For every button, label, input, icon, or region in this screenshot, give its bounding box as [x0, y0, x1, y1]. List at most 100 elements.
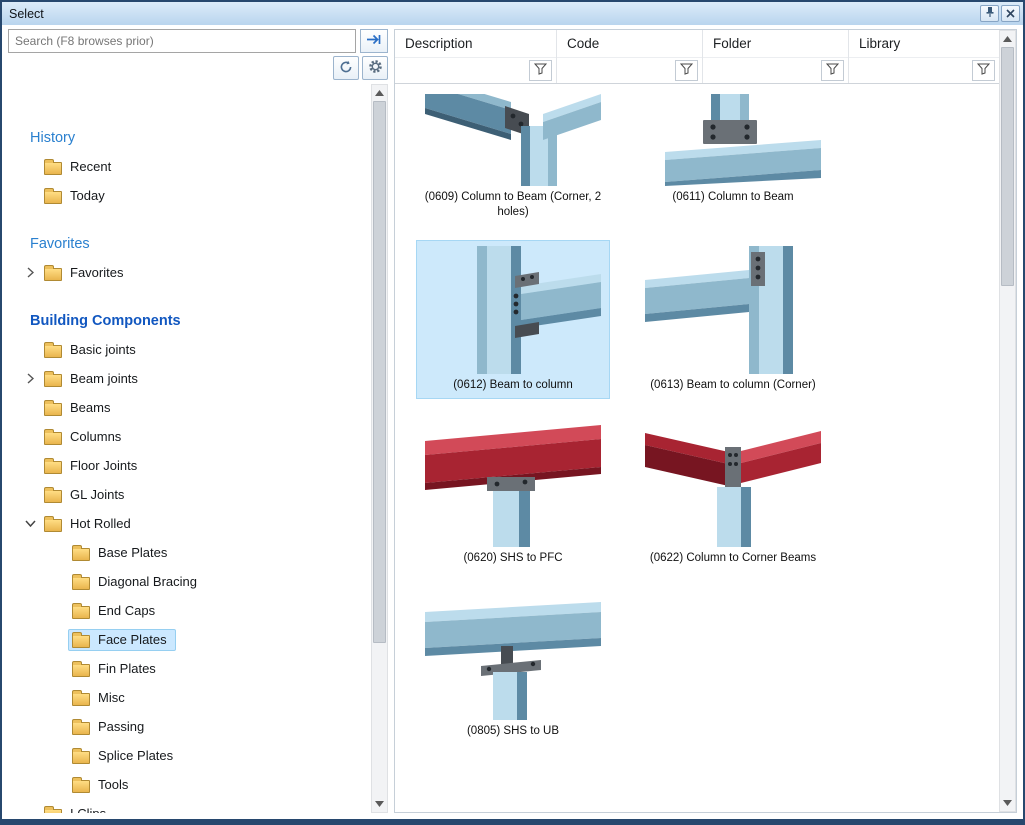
column-header-code: Code	[557, 30, 703, 83]
tree-item-tools[interactable]: Tools	[8, 770, 371, 799]
component-item-0612[interactable]: (0612) Beam to column	[405, 240, 621, 399]
column-label[interactable]: Code	[557, 30, 702, 57]
chevron-right-icon[interactable]	[20, 267, 40, 278]
tree-item-misc[interactable]: Misc	[8, 683, 371, 712]
tree-item-base-plates[interactable]: Base Plates	[8, 538, 371, 567]
component-item-0805[interactable]: (0805) SHS to UB	[405, 586, 621, 745]
tree-item-columns[interactable]: Columns	[8, 422, 371, 451]
search-row	[8, 29, 388, 53]
tree-item-i-clips[interactable]: I Clips	[8, 799, 371, 813]
tree-item-floor-joints[interactable]: Floor Joints	[8, 451, 371, 480]
tree-item-splice-plates[interactable]: Splice Plates	[8, 741, 371, 770]
column-label[interactable]: Description	[395, 30, 556, 57]
scroll-up-icon[interactable]	[1000, 31, 1015, 47]
folder-icon	[44, 374, 62, 387]
main-area: History Recent Today Favorites Favorites	[2, 25, 1023, 819]
tree-item-diagonal-bracing[interactable]: Diagonal Bracing	[8, 567, 371, 596]
tree-section-history[interactable]: History	[8, 124, 371, 152]
chevron-right-icon[interactable]	[20, 373, 40, 384]
filter-cell	[849, 57, 999, 83]
folder-icon	[72, 751, 90, 764]
tree-section-building-components[interactable]: Building Components	[8, 307, 371, 335]
tree-item-basic-joints[interactable]: Basic joints	[8, 335, 371, 364]
tree-item-hot-rolled[interactable]: Hot Rolled	[8, 509, 371, 538]
folder-icon	[72, 606, 90, 619]
tree-item-gl-joints[interactable]: GL Joints	[8, 480, 371, 509]
tree-item-fin-plates[interactable]: Fin Plates	[8, 654, 371, 683]
close-button[interactable]	[1001, 5, 1020, 22]
folder-icon	[44, 162, 62, 175]
component-caption: (0622) Column to Corner Beams	[650, 551, 816, 566]
column-label[interactable]: Folder	[703, 30, 848, 57]
scroll-up-icon[interactable]	[372, 85, 387, 101]
folder-icon	[72, 780, 90, 793]
tree-item-recent[interactable]: Recent	[8, 152, 371, 181]
scroll-down-icon[interactable]	[1000, 795, 1015, 811]
tree-item-passing[interactable]: Passing	[8, 712, 371, 741]
folder-icon	[72, 548, 90, 561]
tree-scrollbar[interactable]	[371, 84, 388, 813]
column-header-folder: Folder	[703, 30, 849, 83]
folder-icon	[44, 809, 62, 814]
tree-item-favorites[interactable]: Favorites	[8, 258, 371, 287]
filter-button-library[interactable]	[972, 60, 995, 81]
tree-item-beams[interactable]: Beams	[8, 393, 371, 422]
component-caption: (0620) SHS to PFC	[463, 551, 562, 566]
filter-button-description[interactable]	[529, 60, 552, 81]
grid-scrollbar[interactable]	[999, 30, 1016, 812]
scrollbar-track[interactable]	[1000, 47, 1015, 795]
folder-icon	[72, 722, 90, 735]
folder-icon	[44, 432, 62, 445]
folder-icon	[44, 191, 62, 204]
refresh-icon	[339, 60, 353, 77]
filter-cell	[395, 57, 556, 83]
settings-button[interactable]	[362, 56, 388, 80]
refresh-button[interactable]	[333, 56, 359, 80]
gear-icon	[368, 59, 383, 77]
tree-item-face-plates[interactable]: Face Plates	[8, 625, 371, 654]
column-header-library: Library	[849, 30, 999, 83]
titlebar[interactable]: Select	[2, 2, 1023, 25]
tree-item-end-caps[interactable]: End Caps	[8, 596, 371, 625]
folder-icon	[44, 268, 62, 281]
component-item-0611[interactable]: (0611) Column to Beam	[625, 88, 841, 226]
tree-toolbar	[8, 56, 388, 80]
filter-button-folder[interactable]	[821, 60, 844, 81]
search-input[interactable]	[8, 29, 356, 53]
scrollbar-thumb[interactable]	[373, 101, 386, 643]
folder-icon	[44, 345, 62, 358]
filter-button-code[interactable]	[675, 60, 698, 81]
column-label[interactable]: Library	[849, 30, 999, 57]
chevron-down-icon[interactable]	[20, 520, 40, 527]
component-item-0613[interactable]: (0613) Beam to column (Corner)	[625, 240, 841, 399]
tree-item-beam-joints[interactable]: Beam joints	[8, 364, 371, 393]
component-item-0609[interactable]: (0609) Column to Beam (Corner, 2 holes)	[405, 88, 621, 226]
scroll-down-icon[interactable]	[372, 796, 387, 812]
component-tree: History Recent Today Favorites Favorites	[8, 84, 371, 813]
pin-button[interactable]	[980, 5, 999, 22]
scrollbar-track[interactable]	[372, 101, 387, 796]
component-grid-panel: Description Code Folder	[395, 30, 999, 812]
folder-icon	[72, 664, 90, 677]
grid-row: (0620) SHS to PFC	[405, 413, 999, 572]
component-caption: (0613) Beam to column (Corner)	[650, 378, 816, 393]
titlebar-buttons	[980, 5, 1020, 22]
component-thumbnail-0611	[645, 94, 821, 186]
folder-icon	[72, 635, 90, 648]
component-caption: (0609) Column to Beam (Corner, 2 holes)	[415, 190, 611, 220]
tree-item-today[interactable]: Today	[8, 181, 371, 210]
component-caption: (0611) Column to Beam	[672, 190, 793, 205]
funnel-icon	[977, 63, 990, 78]
filter-cell	[557, 57, 702, 83]
component-item-0622[interactable]: (0622) Column to Corner Beams	[625, 413, 841, 572]
component-thumbnail-0609	[425, 94, 601, 186]
component-item-0620[interactable]: (0620) SHS to PFC	[405, 413, 621, 572]
folder-icon	[44, 403, 62, 416]
tree-section-favorites[interactable]: Favorites	[8, 230, 371, 258]
go-arrow-icon	[366, 33, 382, 49]
pin-icon	[985, 6, 995, 21]
search-go-button[interactable]	[360, 29, 388, 53]
left-panel: History Recent Today Favorites Favorites	[8, 29, 388, 813]
scrollbar-thumb[interactable]	[1001, 47, 1014, 286]
grid-row: (0609) Column to Beam (Corner, 2 holes)	[405, 88, 999, 226]
